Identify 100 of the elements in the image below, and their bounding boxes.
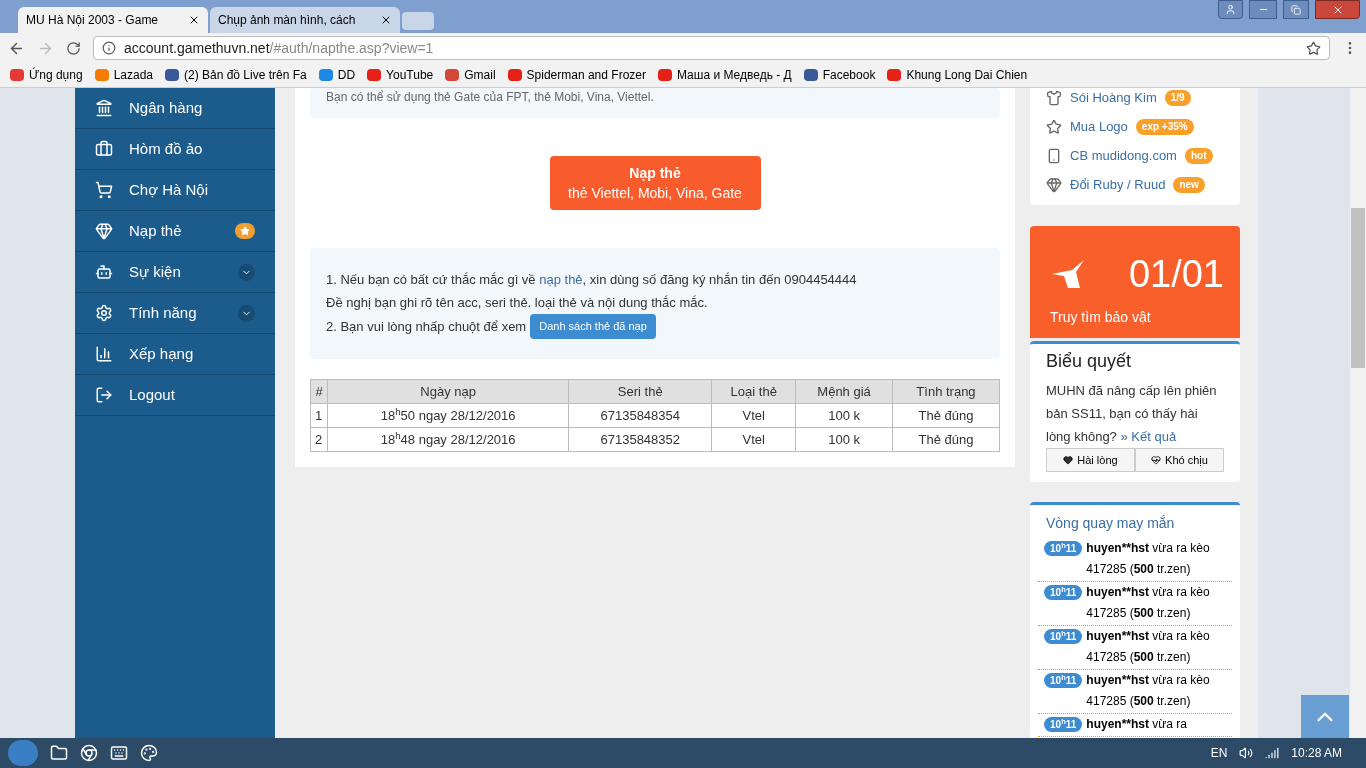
restore-icon bbox=[1291, 4, 1301, 15]
bookmark-item[interactable]: Маша и Медведь - Д bbox=[657, 66, 792, 84]
bookmark-item[interactable]: Gmail bbox=[445, 66, 496, 84]
bookmark-item[interactable]: YouTube bbox=[367, 66, 434, 84]
phone-icon bbox=[1046, 148, 1062, 164]
bookmark-item[interactable]: Ứng dụng bbox=[10, 66, 83, 84]
sidebar-item[interactable]: Xếp hạng bbox=[75, 334, 275, 375]
bookmark-item[interactable]: Spiderman and Frozer bbox=[507, 66, 646, 84]
link-badge: hot bbox=[1184, 148, 1213, 164]
keyboard-icon[interactable] bbox=[110, 744, 128, 762]
signal-icon[interactable] bbox=[1265, 746, 1280, 760]
table-cell: 1 bbox=[310, 403, 328, 428]
clock[interactable]: 10:28 AM bbox=[1291, 744, 1342, 762]
start-button[interactable] bbox=[8, 740, 38, 766]
sidebar-item[interactable]: Logout bbox=[75, 375, 275, 416]
wheel-entry: huyen**hst vừa ra kèo 417285 (500 tr.zen) bbox=[1086, 672, 1211, 710]
info-text: 1. Nếu bạn có bất cứ thắc mắc gì về nạp thẻ, xin dùng số đăng ký nhắn tin đến 0904454444 bbox=[326, 271, 858, 289]
treasure-count: 01/01 bbox=[1128, 252, 1224, 297]
browser-tab[interactable]: Chụp ảnh màn hình, cách bbox=[210, 7, 400, 33]
heart-pulse-icon bbox=[1151, 455, 1162, 465]
treasure-label: Truy tìm bảo vật bbox=[1050, 308, 1152, 327]
profile-button[interactable] bbox=[1218, 0, 1243, 19]
menu-link[interactable]: Đổi Ruby / Ruud bbox=[1070, 175, 1166, 195]
cart-icon bbox=[95, 181, 113, 199]
bookmark-item[interactable]: (2) Bản đồ Live trên Fa bbox=[165, 66, 307, 84]
column-header: Mệnh giá bbox=[795, 379, 893, 404]
sidebar-item[interactable]: Hòm đồ ảo bbox=[75, 129, 275, 170]
table-cell: 2 bbox=[310, 427, 328, 452]
column-header: # bbox=[310, 379, 328, 404]
robot-icon bbox=[95, 263, 113, 281]
vote-button[interactable]: Hài lòng bbox=[1046, 448, 1135, 472]
card-list-button[interactable]: Danh sách thẻ đã nạp bbox=[530, 314, 656, 339]
palette-icon[interactable] bbox=[140, 744, 158, 762]
topup-link[interactable]: nạp thẻ bbox=[539, 272, 583, 287]
bank-icon bbox=[95, 99, 113, 117]
folder-icon[interactable] bbox=[50, 744, 68, 762]
link-badge: 1/9 bbox=[1164, 90, 1191, 106]
logout-icon bbox=[95, 386, 113, 404]
sidebar-item[interactable]: Tính năng bbox=[75, 293, 275, 334]
chevron-icon bbox=[238, 263, 255, 281]
table-cell: 18$^{h}$48 ngay 28/12/2016 bbox=[327, 427, 569, 452]
sidebar-item[interactable]: Sự kiện bbox=[75, 252, 275, 293]
bookmark-item[interactable]: DD bbox=[318, 66, 356, 84]
table-cell: 100 k bbox=[795, 403, 893, 428]
diamond-icon bbox=[95, 222, 113, 240]
sidebar-item[interactable]: Chợ Hà Nội bbox=[75, 170, 275, 211]
browser-tab[interactable]: MU Hà Nội 2003 - Game bbox=[18, 7, 208, 33]
time-badge: 10$^{h}$11 bbox=[1044, 673, 1083, 688]
sidebar-item[interactable]: Nạp thẻ bbox=[75, 211, 275, 252]
sidebar-item[interactable]: Ngân hàng bbox=[75, 88, 275, 129]
bookmark-item[interactable]: Khung Long Dai Chien bbox=[887, 66, 1028, 84]
wheel-entry: huyen**hst vừa ra bbox=[1086, 716, 1189, 733]
result-link[interactable]: » Kết quả bbox=[1120, 429, 1177, 444]
speaker-icon[interactable] bbox=[1239, 746, 1254, 760]
briefcase-icon bbox=[95, 140, 113, 158]
column-header: Seri thẻ bbox=[568, 379, 712, 404]
menu-link[interactable]: Sói Hoàng Kim bbox=[1070, 88, 1157, 108]
column-header: Loại thẻ bbox=[711, 379, 796, 404]
diamond-icon bbox=[1046, 177, 1062, 193]
vote-button[interactable]: Khó chịu bbox=[1135, 448, 1224, 472]
info-icon bbox=[102, 41, 116, 55]
bookmark-star-icon[interactable] bbox=[1306, 40, 1321, 56]
gears-icon bbox=[95, 304, 113, 322]
heart-icon bbox=[1063, 455, 1074, 465]
vote-question: MUHN đã nâng cấp lên phiên bản SS11, bạn có thấy hài lòng không? » Kết quả bbox=[1046, 382, 1218, 446]
close-button[interactable] bbox=[1315, 0, 1360, 19]
shirt-icon bbox=[1046, 90, 1062, 106]
close-icon[interactable] bbox=[188, 14, 200, 26]
close-icon[interactable] bbox=[380, 14, 392, 26]
info-text: Đề nghị bạn ghi rõ tên acc, seri thẻ. loại thẻ và nội dung thắc mắc. bbox=[326, 294, 709, 312]
vote-title: Biểu quyết bbox=[1046, 350, 1133, 373]
table-cell: Thẻ đúng bbox=[892, 403, 1000, 428]
column-header: Ngày nạp bbox=[327, 379, 569, 404]
bookmark-item[interactable]: Lazada bbox=[94, 66, 153, 84]
column-header: Tình trạng bbox=[892, 379, 1000, 404]
table-cell: Vtel bbox=[711, 403, 796, 428]
bookmark-item[interactable]: Facebook bbox=[803, 66, 876, 84]
notice-text: Bạn có thể sử dụng thẻ Gate của FPT, thẻ Mobi, Vina, Viettel. bbox=[326, 89, 655, 106]
time-badge: 10$^{h}$11 bbox=[1044, 629, 1083, 644]
time-badge: 10$^{h}$11 bbox=[1044, 717, 1083, 732]
table-cell: 18$^{h}$50 ngay 28/12/2016 bbox=[327, 403, 569, 428]
table-cell: 100 k bbox=[795, 427, 893, 452]
link-badge: new bbox=[1173, 177, 1205, 193]
address-bar[interactable]: account.gamethuvn.net/#auth/napthe.asp?view=1 bbox=[93, 36, 1330, 60]
wheel-entry: huyen**hst vừa ra kèo 417285 (500 tr.zen) bbox=[1086, 540, 1211, 578]
restore-button[interactable] bbox=[1283, 0, 1309, 19]
star-badge-icon bbox=[235, 223, 255, 239]
table-cell: Vtel bbox=[711, 427, 796, 452]
browser-icon[interactable] bbox=[80, 744, 98, 762]
menu-link[interactable]: CB mudidong.com bbox=[1070, 146, 1177, 166]
chevron-icon bbox=[238, 304, 255, 322]
table-cell: Thẻ đúng bbox=[892, 427, 1000, 452]
reload-icon[interactable] bbox=[66, 40, 81, 56]
time-badge: 10$^{h}$11 bbox=[1044, 585, 1083, 600]
wheel-title: Vòng quay may mắn bbox=[1045, 514, 1176, 533]
info-text: 2. Bạn vui lòng nhấp chuột để xem bbox=[326, 318, 527, 336]
language-indicator[interactable]: EN bbox=[1210, 744, 1228, 762]
menu-link[interactable]: Mua Logo bbox=[1070, 117, 1128, 137]
wheel-entry: huyen**hst vừa ra kèo 417285 (500 tr.zen) bbox=[1086, 628, 1211, 666]
person-icon bbox=[1225, 4, 1236, 15]
